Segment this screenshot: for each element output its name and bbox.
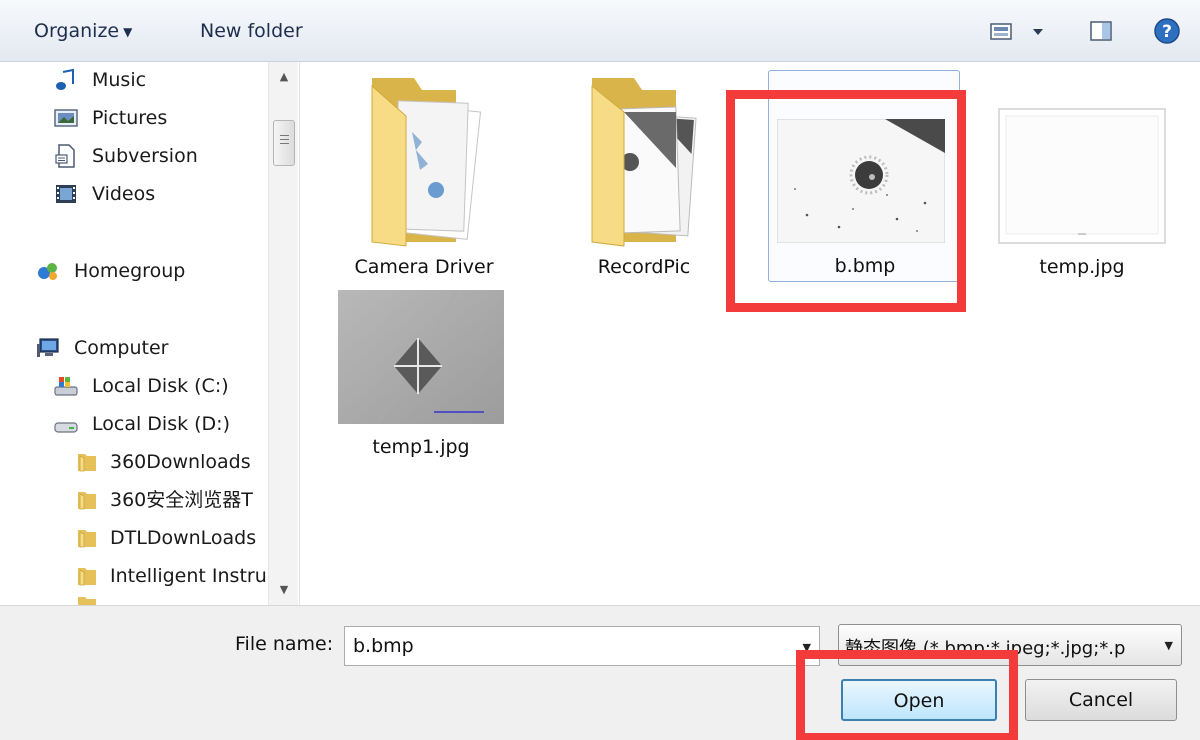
folder-icon [78, 597, 96, 605]
grip-icon [280, 135, 289, 136]
folder-thumbnail-icon [591, 78, 697, 247]
folder-thumbnail-icon [371, 78, 482, 247]
computer-icon [37, 338, 59, 357]
chevron-down-icon[interactable]: ▼ [803, 641, 811, 654]
change-view-icon[interactable] [986, 16, 1016, 46]
music-icon [56, 68, 74, 90]
command-toolbar: Organize ▼ New folder ? [0, 0, 1200, 62]
file-name-label: temp.jpg [1039, 256, 1125, 278]
nav-item-label: 360安全浏览器T [110, 489, 253, 511]
file-name-label: Camera Driver [354, 256, 494, 278]
organize-button[interactable]: Organize ▼ [26, 14, 140, 48]
dialog-footer: File name: b.bmp ▼ 静态图像 (*.bmp;*.jpeg;*.… [0, 605, 1200, 740]
navigation-pane: Music Pictures Subversion Videos Homegro… [0, 62, 300, 605]
nav-item-label: Music [92, 69, 147, 91]
file-type-select[interactable]: 静态图像 (*.bmp;*.jpeg;*.jpg;*.p ▼ [838, 624, 1182, 666]
cancel-button[interactable]: Cancel [1025, 679, 1177, 721]
scroll-thumb[interactable] [273, 120, 295, 166]
homegroup-icon [38, 263, 57, 280]
help-icon[interactable]: ? [1152, 16, 1182, 46]
file-name-label: b.bmp [834, 255, 896, 277]
open-button[interactable]: Open [841, 679, 997, 721]
view-dropdown-icon[interactable] [1030, 16, 1046, 46]
file-name-value: b.bmp [353, 635, 414, 657]
nav-item-label: Local Disk (C:) [92, 375, 229, 397]
scroll-down-icon[interactable]: ▼ [275, 583, 293, 597]
file-item-temp1-jpg[interactable]: temp1.jpg [320, 288, 520, 508]
image-thumbnail [338, 290, 504, 424]
folder-icon [78, 454, 96, 472]
chevron-down-icon: ▼ [123, 24, 133, 39]
scroll-up-icon[interactable]: ▲ [275, 70, 293, 84]
nav-item-label: Computer [74, 337, 169, 359]
nav-scrollbar[interactable]: ▲ ▼ [268, 62, 298, 605]
nav-item-label: Videos [92, 183, 156, 205]
file-name-label: temp1.jpg [372, 436, 470, 458]
document-icon [55, 144, 75, 168]
nav-item-label: 360Downloads [110, 451, 251, 473]
pictures-icon [54, 109, 78, 127]
file-item-camera-driver[interactable]: Camera Driver [324, 70, 524, 290]
image-thumbnail [777, 119, 945, 243]
file-list: Camera Driver RecordPic b.bmp temp.jpg t… [300, 62, 1200, 605]
nav-item-label: Pictures [92, 107, 168, 129]
videos-icon [56, 185, 76, 203]
nav-item-label: Homegroup [74, 260, 186, 282]
folder-icon [78, 492, 96, 510]
nav-item-label: DTLDownLoads [110, 527, 257, 549]
file-name-label: File name: [235, 633, 334, 655]
new-folder-button[interactable]: New folder [192, 14, 311, 48]
nav-item-label: Subversion [92, 145, 198, 167]
image-thumbnail [998, 108, 1166, 244]
nav-item-label: Local Disk (D:) [92, 413, 230, 435]
file-item-temp-jpg[interactable]: temp.jpg [988, 70, 1188, 290]
folder-icon [78, 568, 96, 586]
nav-item-label: Intelligent Instru [110, 565, 267, 587]
file-item-b-bmp[interactable]: b.bmp [768, 70, 960, 282]
file-name-label: RecordPic [597, 256, 691, 278]
organize-label: Organize [34, 20, 120, 42]
system-drive-icon [54, 377, 78, 396]
chevron-down-icon[interactable]: ▼ [1165, 639, 1173, 652]
file-name-input[interactable]: b.bmp ▼ [344, 626, 820, 666]
file-type-value: 静态图像 (*.bmp;*.jpeg;*.jpg;*.p [845, 638, 1126, 659]
file-item-recordpic[interactable]: RecordPic [544, 70, 744, 290]
preview-pane-icon[interactable] [1086, 16, 1116, 46]
drive-icon [54, 422, 78, 433]
folder-icon [78, 530, 96, 548]
svg-text:?: ? [1162, 22, 1172, 42]
